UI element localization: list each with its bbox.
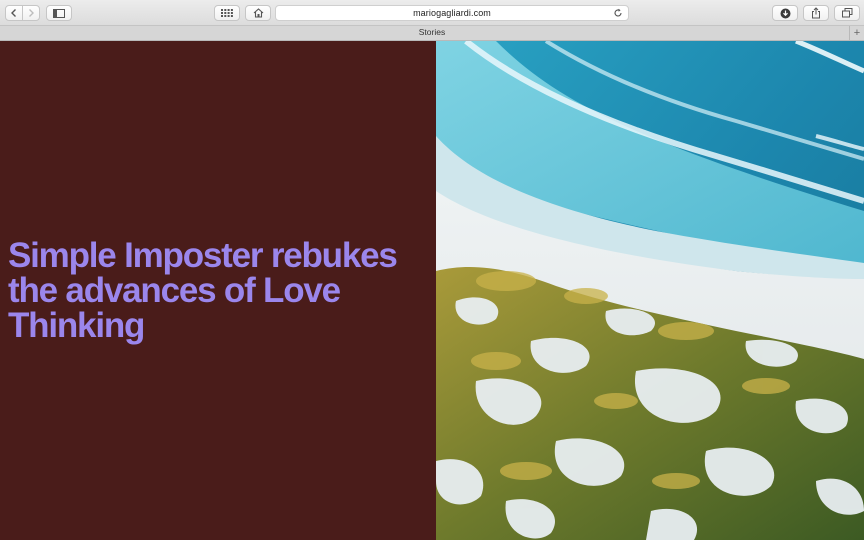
download-icon xyxy=(780,8,790,18)
share-button[interactable] xyxy=(803,5,829,21)
tab-bar: Stories + xyxy=(0,26,864,41)
reload-icon[interactable] xyxy=(613,8,623,18)
chevron-right-icon xyxy=(28,9,34,17)
tabs-overview-icon xyxy=(841,8,852,18)
home-icon xyxy=(253,8,263,18)
home-button[interactable] xyxy=(245,5,271,21)
hero-image xyxy=(436,41,864,540)
browser-toolbar: mariogagliardi.com xyxy=(0,0,864,26)
grid-icon xyxy=(221,9,233,17)
url-text: mariogagliardi.com xyxy=(413,8,491,18)
navigation-buttons xyxy=(5,5,40,21)
sidebar-button[interactable] xyxy=(46,5,72,21)
forward-button[interactable] xyxy=(23,6,39,20)
tabs-overview-button[interactable] xyxy=(834,5,860,21)
page-headline[interactable]: Simple Imposter rebukes the advances of … xyxy=(8,238,428,343)
new-tab-button[interactable]: + xyxy=(849,26,864,41)
tab-stories[interactable]: Stories xyxy=(0,27,864,37)
share-icon xyxy=(812,7,820,19)
beach-aerial-image xyxy=(436,41,864,540)
headline-panel: Simple Imposter rebukes the advances of … xyxy=(0,41,436,540)
top-sites-button[interactable] xyxy=(214,5,240,21)
web-page: Simple Imposter rebukes the advances of … xyxy=(0,41,864,540)
chevron-left-icon xyxy=(10,9,16,17)
back-button[interactable] xyxy=(6,6,23,20)
sidebar-icon xyxy=(53,8,65,18)
downloads-button[interactable] xyxy=(772,5,798,21)
address-bar[interactable]: mariogagliardi.com xyxy=(275,5,629,21)
